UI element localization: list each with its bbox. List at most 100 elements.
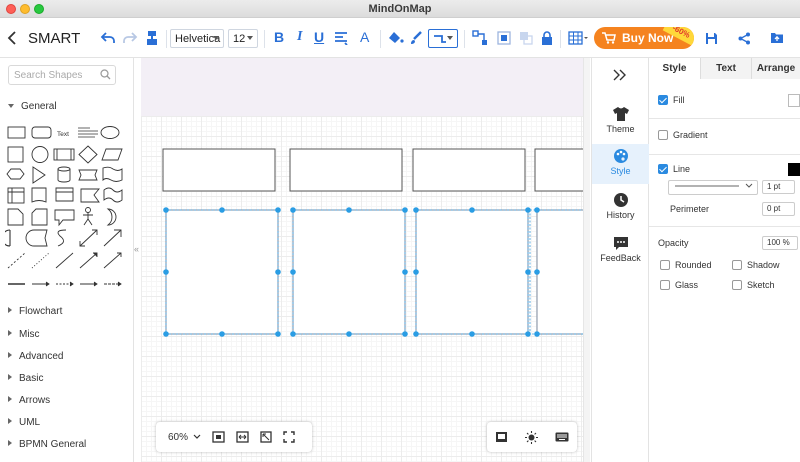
gradient-option[interactable]: Gradient xyxy=(658,130,708,140)
to-back-button[interactable] xyxy=(516,18,536,58)
undo-button[interactable] xyxy=(98,18,118,58)
shape-display[interactable] xyxy=(25,229,48,247)
shape-actor[interactable] xyxy=(83,207,93,226)
selected-box[interactable] xyxy=(292,209,406,335)
search-shapes-input[interactable]: Search Shapes xyxy=(8,65,116,85)
category-basic[interactable]: Basic xyxy=(8,373,43,384)
category-advanced[interactable]: Advanced xyxy=(8,351,63,362)
connector-style-select[interactable] xyxy=(428,29,458,48)
tab-arrange[interactable]: Arrange xyxy=(752,58,800,79)
sketch-option[interactable]: Sketch xyxy=(732,280,775,290)
shape-directional-connector[interactable] xyxy=(103,252,122,269)
canvas-shapes[interactable] xyxy=(141,58,590,462)
selected-box[interactable] xyxy=(415,209,529,335)
italic-button[interactable]: I xyxy=(297,29,302,45)
export-button[interactable] xyxy=(768,18,786,58)
category-misc[interactable]: Misc xyxy=(8,329,40,340)
shape-dashed-line[interactable] xyxy=(7,252,26,269)
glass-checkbox[interactable] xyxy=(660,280,670,290)
perimeter-input[interactable]: 0 pt xyxy=(762,202,795,216)
rail-feedback[interactable]: FeedBack xyxy=(592,232,649,272)
chevron-down-icon[interactable] xyxy=(193,434,201,440)
category-bpmn-general[interactable]: BPMN General xyxy=(8,439,86,450)
format-painter-button[interactable] xyxy=(142,18,162,58)
canvas-scrollbar[interactable] xyxy=(583,58,590,462)
actual-size-icon[interactable] xyxy=(260,431,272,443)
rail-style[interactable]: Style xyxy=(592,144,649,184)
shape-card[interactable] xyxy=(31,208,48,226)
shape-bidirectional-arrow[interactable] xyxy=(79,229,98,247)
redo-button[interactable] xyxy=(120,18,140,58)
rounded-checkbox[interactable] xyxy=(660,260,670,270)
lock-button[interactable] xyxy=(538,18,556,58)
fill-color-button[interactable] xyxy=(387,18,405,58)
diagram-box[interactable] xyxy=(162,148,276,192)
to-front-button[interactable] xyxy=(494,18,514,58)
shape-cylinder[interactable] xyxy=(57,166,71,183)
table-insert-button[interactable] xyxy=(566,18,590,58)
fit-page-icon[interactable] xyxy=(212,431,225,443)
line-color-swatch[interactable] xyxy=(788,163,800,176)
fill-checkbox[interactable] xyxy=(658,95,668,105)
shape-wave[interactable] xyxy=(102,166,123,182)
text-color-button[interactable]: A xyxy=(360,29,369,45)
font-family-select[interactable]: Helvetica xyxy=(170,29,224,48)
keyboard-icon[interactable] xyxy=(555,432,569,442)
sketch-checkbox[interactable] xyxy=(732,280,742,290)
shape-dotted-line[interactable] xyxy=(31,252,50,269)
zoom-level[interactable]: 60% xyxy=(168,432,188,443)
line-color-button[interactable] xyxy=(407,18,425,58)
shape-note[interactable] xyxy=(7,208,24,226)
shape-connector-label[interactable] xyxy=(80,281,98,287)
brightness-icon[interactable] xyxy=(524,430,538,444)
bold-button[interactable]: B xyxy=(274,29,284,45)
document-title[interactable]: SMART xyxy=(28,30,80,47)
shape-diamond[interactable] xyxy=(78,145,98,164)
shape-process[interactable] xyxy=(53,148,75,161)
diagram-box[interactable] xyxy=(412,148,526,192)
rail-history[interactable]: History xyxy=(592,188,649,228)
share-button[interactable] xyxy=(735,18,753,58)
shape-hexagon[interactable] xyxy=(6,168,25,180)
diagram-box[interactable] xyxy=(534,148,590,192)
waypoints-button[interactable] xyxy=(470,18,490,58)
fullscreen-icon[interactable] xyxy=(283,431,295,443)
diagram-box[interactable] xyxy=(289,148,403,192)
shape-triangle[interactable] xyxy=(32,166,46,184)
diagram-canvas[interactable] xyxy=(141,58,590,462)
shape-or[interactable] xyxy=(106,208,117,226)
fill-option[interactable]: Fill xyxy=(658,95,685,105)
shape-line[interactable] xyxy=(55,252,74,269)
shape-directional-line[interactable] xyxy=(79,252,98,269)
shape-step[interactable] xyxy=(80,188,100,203)
shape-arrow-up-right[interactable] xyxy=(103,229,122,247)
rounded-option[interactable]: Rounded xyxy=(660,260,712,270)
line-width-input[interactable]: 1 pt xyxy=(762,180,795,194)
font-size-select[interactable]: 12 xyxy=(228,29,258,48)
shape-ellipse[interactable] xyxy=(100,126,120,139)
shape-rectangle[interactable] xyxy=(7,126,26,139)
tab-text[interactable]: Text xyxy=(701,58,752,79)
category-arrows[interactable]: Arrows xyxy=(8,395,50,406)
collapse-panel-button[interactable] xyxy=(612,69,628,84)
selected-box[interactable] xyxy=(165,209,279,335)
shape-card-header[interactable] xyxy=(55,187,74,202)
outline-view-icon[interactable] xyxy=(495,431,508,443)
fit-width-icon[interactable] xyxy=(236,431,249,443)
shape-connector-arrow[interactable] xyxy=(32,281,50,287)
align-button[interactable] xyxy=(332,18,350,58)
shape-delay[interactable] xyxy=(5,229,11,247)
category-uml[interactable]: UML xyxy=(8,417,40,428)
shadow-option[interactable]: Shadow xyxy=(732,260,780,270)
shape-curve[interactable] xyxy=(57,229,67,247)
shape-document[interactable] xyxy=(31,187,47,203)
tab-style[interactable]: Style xyxy=(649,58,701,79)
shape-rounded-rectangle[interactable] xyxy=(31,126,52,139)
opacity-input[interactable]: 100 % xyxy=(762,236,798,250)
panel-collapse-handle[interactable]: « xyxy=(134,244,139,254)
category-general[interactable]: General xyxy=(8,101,57,112)
shape-callout[interactable] xyxy=(54,209,75,227)
shape-text[interactable]: Text xyxy=(57,131,69,138)
shadow-checkbox[interactable] xyxy=(732,260,742,270)
line-pattern-select[interactable] xyxy=(668,180,758,195)
